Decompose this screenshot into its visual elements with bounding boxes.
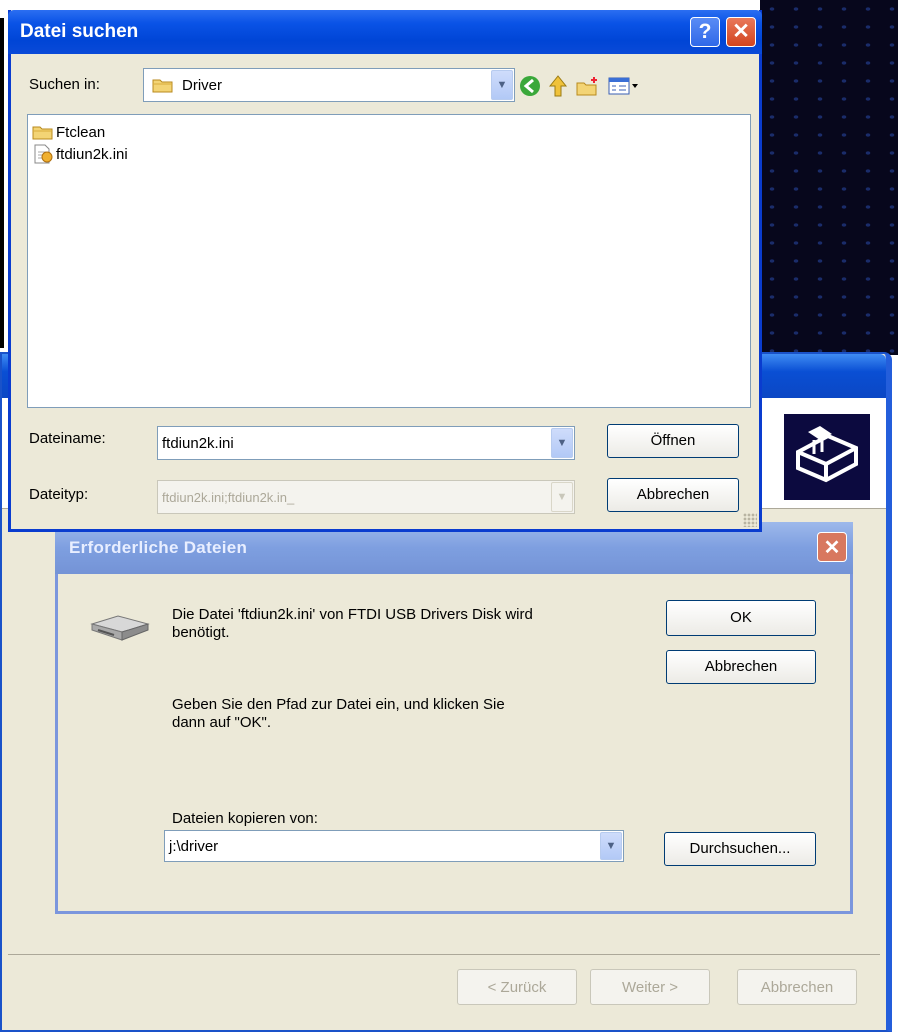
filetype-value: ftdiun2k.ini;ftdiun2k.in_ <box>162 489 295 505</box>
look-in-value: Driver <box>182 76 222 94</box>
find-file-title-bar: Datei suchen ? ✕ <box>8 10 762 54</box>
chevron-down-icon[interactable]: ▼ <box>551 428 573 458</box>
list-item[interactable]: ftdiun2k.ini <box>32 143 128 165</box>
chevron-down-icon[interactable]: ▼ <box>551 482 573 512</box>
next-button[interactable]: Weiter > <box>590 969 710 1005</box>
resize-grip[interactable] <box>743 513 757 527</box>
required-files-dialog: Erforderliche Dateien ✕ Die Datei 'ftdiu… <box>55 522 853 914</box>
wizard-divider <box>8 954 880 955</box>
disk-drive-icon <box>88 614 152 642</box>
chevron-down-icon[interactable]: ▼ <box>491 70 513 100</box>
up-folder-icon[interactable] <box>545 73 571 99</box>
filename-label: Dateiname: <box>29 430 106 447</box>
filetype-label: Dateityp: <box>29 486 89 503</box>
hardware-wizard-icon <box>784 414 870 500</box>
path-hint-line-1: Geben Sie den Pfad zur Datei ein, und kl… <box>172 696 505 713</box>
path-hint-line-2: dann auf "OK". <box>172 714 272 731</box>
file-list[interactable]: Ftclean ftdiun2k.ini <box>27 114 751 408</box>
folder-icon <box>152 79 173 93</box>
open-button[interactable]: Öffnen <box>607 424 739 458</box>
help-icon[interactable]: ? <box>690 17 720 47</box>
window-edge <box>0 18 4 348</box>
filename-combobox[interactable]: ftdiun2k.ini ▼ <box>157 426 575 460</box>
filetype-combobox[interactable]: ftdiun2k.ini;ftdiun2k.in_ ▼ <box>157 480 575 514</box>
find-cancel-button[interactable]: Abbrechen <box>607 478 739 512</box>
look-in-value-wrap: Driver <box>152 69 222 101</box>
ini-file-icon <box>34 144 53 164</box>
file-name: Ftclean <box>56 123 106 141</box>
ok-button[interactable]: OK <box>666 600 816 636</box>
find-file-title: Datei suchen <box>20 21 139 42</box>
required-cancel-button[interactable]: Abbrechen <box>666 650 816 684</box>
new-folder-icon[interactable] <box>575 73 601 99</box>
file-name: ftdiun2k.ini <box>56 145 128 163</box>
look-in-label: Suchen in: <box>29 76 100 93</box>
find-file-dialog: Datei suchen ? ✕ Suchen in: Driver ▼ Ftc… <box>8 10 762 532</box>
close-icon[interactable]: ✕ <box>817 532 847 562</box>
folder-icon <box>32 126 53 140</box>
list-item[interactable]: Ftclean <box>32 121 105 143</box>
required-files-title: Erforderliche Dateien <box>69 538 248 557</box>
chevron-down-icon[interactable]: ▼ <box>600 832 622 860</box>
filename-value: ftdiun2k.ini <box>162 434 234 452</box>
copy-from-combobox[interactable]: j:\driver ▼ <box>164 830 624 862</box>
browse-button[interactable]: Durchsuchen... <box>664 832 816 866</box>
copy-from-label: Dateien kopieren von: <box>172 810 318 827</box>
required-message-line-1: Die Datei 'ftdiun2k.ini' von FTDI USB Dr… <box>172 606 533 623</box>
copy-from-value: j:\driver <box>169 837 219 855</box>
view-menu-icon[interactable] <box>607 73 641 99</box>
required-message-line-2: benötigt. <box>172 624 230 641</box>
wizard-cancel-button[interactable]: Abbrechen <box>737 969 857 1005</box>
back-arrow-icon[interactable] <box>517 73 543 99</box>
close-icon[interactable]: ✕ <box>726 17 756 47</box>
back-button[interactable]: < Zurück <box>457 969 577 1005</box>
look-in-combobox[interactable]: Driver ▼ <box>143 68 515 102</box>
desktop-background <box>760 0 898 355</box>
